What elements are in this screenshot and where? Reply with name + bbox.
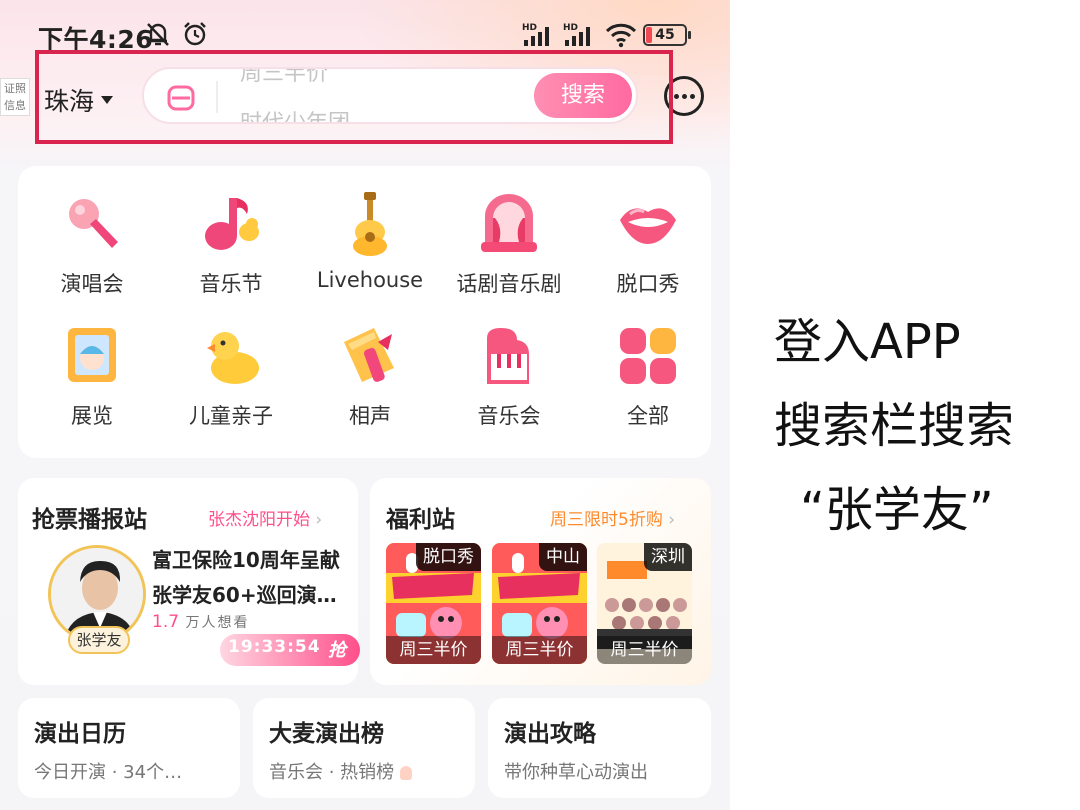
mute-bell-icon xyxy=(144,20,172,52)
card-desc: 带你种草心动演出 xyxy=(504,762,648,783)
welfare-item-band: 周三半价 xyxy=(597,636,692,664)
hd-label: HD xyxy=(522,23,537,33)
welfare-item-band: 周三半价 xyxy=(386,636,481,664)
category-label: 脱口秀 xyxy=(616,272,680,296)
category-label: 相声 xyxy=(349,404,391,428)
search-highlight-box xyxy=(35,50,673,144)
category-label: 音乐节 xyxy=(199,272,263,296)
license-info-tag[interactable]: 证照信息 xyxy=(0,78,30,116)
card-title: 演出日历 xyxy=(34,721,126,747)
category-label: 话剧音乐剧 xyxy=(456,272,562,296)
welfare-item[interactable]: 深圳 周三半价 xyxy=(597,543,692,664)
duck-icon xyxy=(199,324,263,388)
welfare-link[interactable]: 周三限时5折购 › xyxy=(550,505,675,530)
card-desc: 今日开演 · 34个… xyxy=(34,762,183,783)
chevron-right-icon: › xyxy=(668,510,676,530)
grab-label: 抢 xyxy=(328,640,346,661)
welfare-item[interactable]: 中山 周三半价 xyxy=(492,543,587,664)
ticket-news-card[interactable]: 抢票播报站 张杰沈阳开始 › 张学友 富卫保险10周年呈献 张学友60+巡回演…… xyxy=(18,478,360,685)
annotation-line1: 登入APP xyxy=(774,314,961,370)
annotation-line2: 搜索栏搜索 xyxy=(774,398,1015,454)
card-title: 大麦演出榜 xyxy=(269,721,384,747)
guitar-icon xyxy=(338,192,402,256)
card-desc-text: 音乐会 · 热销榜 xyxy=(269,762,395,783)
grid-icon xyxy=(616,324,680,388)
fan-icon xyxy=(338,324,402,388)
hd-label: HD xyxy=(563,23,578,33)
category-drama-musical[interactable]: 话剧音乐剧 xyxy=(440,192,578,298)
category-label: 展览 xyxy=(71,404,113,428)
welfare-item-band: 周三半价 xyxy=(492,636,587,664)
ticket-news-link-label: 张杰沈阳开始 xyxy=(208,510,310,530)
show-guide-card[interactable]: 演出攻略 带你种草心动演出 xyxy=(488,698,711,798)
category-all[interactable]: 全部 xyxy=(579,324,717,430)
music-note-icon xyxy=(199,192,263,256)
annotation-line3: “张学友” xyxy=(800,482,994,538)
welfare-item-tag: 脱口秀 xyxy=(416,543,481,571)
piano-icon xyxy=(477,324,541,388)
avatar-tag: 张学友 xyxy=(68,626,130,654)
chevron-right-icon: › xyxy=(315,510,323,530)
card-desc: 音乐会 · 热销榜 xyxy=(269,758,412,784)
battery-level: 45 xyxy=(655,27,675,43)
lips-icon xyxy=(616,192,680,256)
category-talk-show[interactable]: 脱口秀 xyxy=(579,192,717,298)
fire-icon xyxy=(399,766,412,780)
category-panel: 演唱会 音乐节 Livehouse 话剧音乐剧 脱口秀 展览 儿童亲子 相声 音… xyxy=(18,166,711,458)
signal-icon: HD xyxy=(522,22,556,52)
welfare-item-tag: 深圳 xyxy=(644,543,692,571)
category-exhibition[interactable]: 展览 xyxy=(23,324,161,430)
alarm-clock-icon xyxy=(181,20,209,52)
want-text: 万人想看 xyxy=(185,615,250,631)
news-line2: 张学友60+巡回演… xyxy=(152,583,337,607)
countdown-timer: 19:33:54 xyxy=(228,637,321,657)
ticket-news-title: 抢票播报站 xyxy=(32,507,147,533)
welfare-title: 福利站 xyxy=(386,507,455,533)
category-label: 音乐会 xyxy=(477,404,541,428)
category-label: 演唱会 xyxy=(60,272,124,296)
ticket-news-link[interactable]: 张杰沈阳开始 › xyxy=(208,505,322,530)
wifi-icon xyxy=(605,22,637,52)
category-label: 全部 xyxy=(627,404,669,428)
welfare-card[interactable]: 福利站 周三限时5折购 › 脱口秀 周三半价 中山 周三半价 深圳 周三半价 xyxy=(370,478,711,685)
category-music-festival[interactable]: 音乐节 xyxy=(162,192,300,298)
category-label: Livehouse xyxy=(316,268,424,292)
welfare-link-label: 周三限时5折购 xyxy=(550,510,663,530)
category-kids[interactable]: 儿童亲子 xyxy=(162,324,300,430)
picture-frame-icon xyxy=(60,324,124,388)
category-crosstalk[interactable]: 相声 xyxy=(301,324,439,430)
card-title: 演出攻略 xyxy=(504,721,596,747)
category-classical-concert[interactable]: 音乐会 xyxy=(440,324,578,430)
countdown-grab-button[interactable]: 19:33:54 抢 xyxy=(220,634,360,666)
signal-icon: HD xyxy=(563,22,597,52)
category-livehouse[interactable]: Livehouse xyxy=(301,192,439,292)
want-number: 1.7 xyxy=(152,612,180,632)
battery-icon: 45 xyxy=(643,24,691,46)
news-line1: 富卫保险10周年呈献 xyxy=(152,548,340,572)
want-count: 1.7 万人想看 xyxy=(152,612,250,632)
category-label: 儿童亲子 xyxy=(189,404,273,428)
category-concert[interactable]: 演唱会 xyxy=(23,192,161,298)
show-ranking-card[interactable]: 大麦演出榜 音乐会 · 热销榜 xyxy=(253,698,475,798)
show-calendar-card[interactable]: 演出日历 今日开演 · 34个… xyxy=(18,698,240,798)
microphone-icon xyxy=(60,192,124,256)
welfare-item-tag: 中山 xyxy=(539,543,587,571)
phone-screen: 下午4:26 HD HD 45 证照信息 珠海 周三半价 时代少年团 搜索 演唱… xyxy=(0,0,730,810)
welfare-item[interactable]: 脱口秀 周三半价 xyxy=(386,543,481,664)
theater-stage-icon xyxy=(477,192,541,256)
